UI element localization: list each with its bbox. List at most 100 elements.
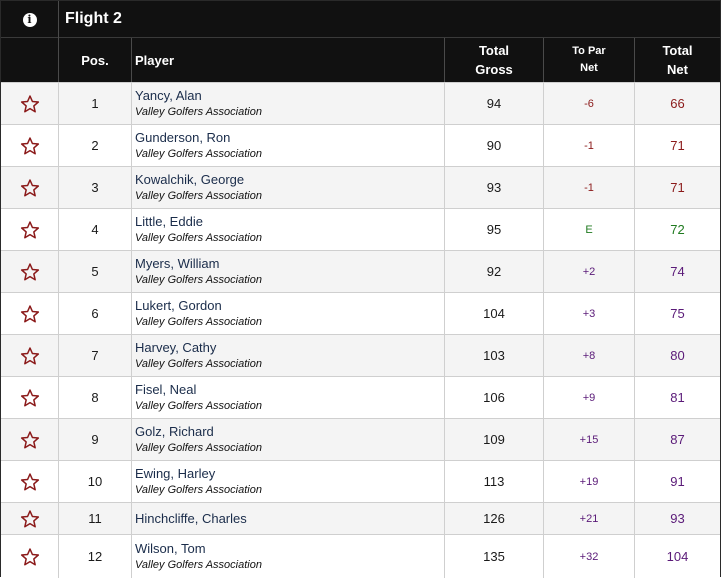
favorite-star-button[interactable] xyxy=(1,83,59,124)
table-row[interactable]: 8 Fisel, Neal Valley Golfers Association 10… xyxy=(1,376,720,418)
player-name[interactable]: Harvey, Cathy xyxy=(135,340,216,356)
player-club: Valley Golfers Association xyxy=(135,441,262,454)
table-row[interactable]: 2 Gunderson, Ron Valley Golfers Associatio… xyxy=(1,124,720,166)
header-to-par-line1: To Par xyxy=(572,45,606,57)
total-gross-cell: 104 xyxy=(445,293,544,334)
to-par-net-cell: +2 xyxy=(544,251,635,292)
player-cell[interactable]: Little, Eddie Valley Golfers Association xyxy=(132,209,445,250)
player-cell[interactable]: Wilson, Tom Valley Golfers Association xyxy=(132,535,445,578)
star-icon xyxy=(20,346,40,366)
table-row[interactable]: 6 Lukert, Gordon Valley Golfers Associatio… xyxy=(1,292,720,334)
player-cell[interactable]: Yancy, Alan Valley Golfers Association xyxy=(132,83,445,124)
total-gross-cell: 113 xyxy=(445,461,544,502)
table-row[interactable]: 4 Little, Eddie Valley Golfers Association… xyxy=(1,208,720,250)
total-gross-cell: 94 xyxy=(445,83,544,124)
favorite-star-button[interactable] xyxy=(1,377,59,418)
total-net-cell: 74 xyxy=(670,264,685,279)
total-gross-cell: 126 xyxy=(445,503,544,534)
position-cell: 12 xyxy=(59,535,132,578)
player-name[interactable]: Yancy, Alan xyxy=(135,88,202,104)
player-cell[interactable]: Lukert, Gordon Valley Golfers Association xyxy=(132,293,445,334)
table-row[interactable]: 1 Yancy, Alan Valley Golfers Association 94… xyxy=(1,82,720,124)
player-name[interactable]: Ewing, Harley xyxy=(135,466,215,482)
info-button[interactable]: i xyxy=(1,1,59,38)
favorite-star-button[interactable] xyxy=(1,535,59,578)
total-net-cell: 80 xyxy=(670,348,685,363)
star-icon xyxy=(20,388,40,408)
position-cell: 8 xyxy=(59,377,132,418)
table-row[interactable]: 7 Harvey, Cathy Valley Golfers Association… xyxy=(1,334,720,376)
player-cell[interactable]: Ewing, Harley Valley Golfers Association xyxy=(132,461,445,502)
position-cell: 1 xyxy=(59,83,132,124)
position-cell: 10 xyxy=(59,461,132,502)
player-name[interactable]: Myers, William xyxy=(135,256,220,272)
player-name[interactable]: Little, Eddie xyxy=(135,214,203,230)
star-icon xyxy=(20,94,40,114)
player-name[interactable]: Gunderson, Ron xyxy=(135,130,230,146)
player-cell[interactable]: Golz, Richard Valley Golfers Association xyxy=(132,419,445,460)
total-net-cell: 71 xyxy=(670,180,685,195)
position-cell: 2 xyxy=(59,125,132,166)
header-total-gross-line2: Gross xyxy=(475,62,513,77)
total-net-cell: 87 xyxy=(670,432,685,447)
player-cell[interactable]: Hinchcliffe, Charles xyxy=(132,503,445,534)
flight-title: Flight 2 xyxy=(65,10,122,27)
favorite-star-button[interactable] xyxy=(1,335,59,376)
position-cell: 3 xyxy=(59,167,132,208)
total-gross-cell: 90 xyxy=(445,125,544,166)
player-name[interactable]: Fisel, Neal xyxy=(135,382,196,398)
favorite-star-button[interactable] xyxy=(1,167,59,208)
player-name[interactable]: Wilson, Tom xyxy=(135,541,206,557)
star-icon xyxy=(20,509,40,529)
player-club: Valley Golfers Association xyxy=(135,189,262,202)
header-total-gross[interactable]: Total Gross xyxy=(445,38,544,82)
total-gross-cell: 135 xyxy=(445,535,544,578)
total-net-cell: 66 xyxy=(670,96,685,111)
player-name[interactable]: Hinchcliffe, Charles xyxy=(135,511,247,527)
to-par-net-cell: +8 xyxy=(544,335,635,376)
favorite-star-button[interactable] xyxy=(1,209,59,250)
favorite-star-button[interactable] xyxy=(1,419,59,460)
player-cell[interactable]: Gunderson, Ron Valley Golfers Association xyxy=(132,125,445,166)
table-row[interactable]: 5 Myers, William Valley Golfers Associatio… xyxy=(1,250,720,292)
total-net-cell: 75 xyxy=(670,306,685,321)
favorite-star-button[interactable] xyxy=(1,293,59,334)
to-par-net-cell: -1 xyxy=(544,125,635,166)
player-cell[interactable]: Kowalchik, George Valley Golfers Associat… xyxy=(132,167,445,208)
player-club: Valley Golfers Association xyxy=(135,147,262,160)
player-cell[interactable]: Fisel, Neal Valley Golfers Association xyxy=(132,377,445,418)
header-total-net[interactable]: Total Net xyxy=(635,38,720,82)
favorite-star-button[interactable] xyxy=(1,461,59,502)
header-pos[interactable]: Pos. xyxy=(59,38,132,82)
to-par-net-cell: +15 xyxy=(544,419,635,460)
table-row[interactable]: 3 Kowalchik, George Valley Golfers Associa… xyxy=(1,166,720,208)
star-icon xyxy=(20,430,40,450)
star-icon xyxy=(20,136,40,156)
position-cell: 7 xyxy=(59,335,132,376)
player-cell[interactable]: Harvey, Cathy Valley Golfers Association xyxy=(132,335,445,376)
position-cell: 6 xyxy=(59,293,132,334)
table-row[interactable]: 11 Hinchcliffe, Charles 126 +21 93 xyxy=(1,502,720,534)
position-cell: 9 xyxy=(59,419,132,460)
flight-title-bar: i Flight 2 xyxy=(1,1,720,38)
favorite-star-button[interactable] xyxy=(1,503,59,534)
player-name[interactable]: Kowalchik, George xyxy=(135,172,244,188)
total-net-cell: 91 xyxy=(670,474,685,489)
total-gross-cell: 95 xyxy=(445,209,544,250)
total-gross-cell: 103 xyxy=(445,335,544,376)
header-to-par-net[interactable]: To Par Net xyxy=(544,38,635,82)
table-row[interactable]: 12 Wilson, Tom Valley Golfers Association 1… xyxy=(1,534,720,578)
total-gross-cell: 106 xyxy=(445,377,544,418)
table-row[interactable]: 9 Golz, Richard Valley Golfers Association… xyxy=(1,418,720,460)
favorite-star-button[interactable] xyxy=(1,251,59,292)
to-par-net-cell: +9 xyxy=(544,377,635,418)
favorite-star-button[interactable] xyxy=(1,125,59,166)
table-row[interactable]: 10 Ewing, Harley Valley Golfers Associatio… xyxy=(1,460,720,502)
player-name[interactable]: Golz, Richard xyxy=(135,424,214,440)
player-name[interactable]: Lukert, Gordon xyxy=(135,298,222,314)
total-net-cell: 72 xyxy=(670,222,685,237)
player-club: Valley Golfers Association xyxy=(135,315,262,328)
header-player[interactable]: Player xyxy=(132,38,445,82)
info-icon: i xyxy=(22,12,37,27)
player-cell[interactable]: Myers, William Valley Golfers Association xyxy=(132,251,445,292)
